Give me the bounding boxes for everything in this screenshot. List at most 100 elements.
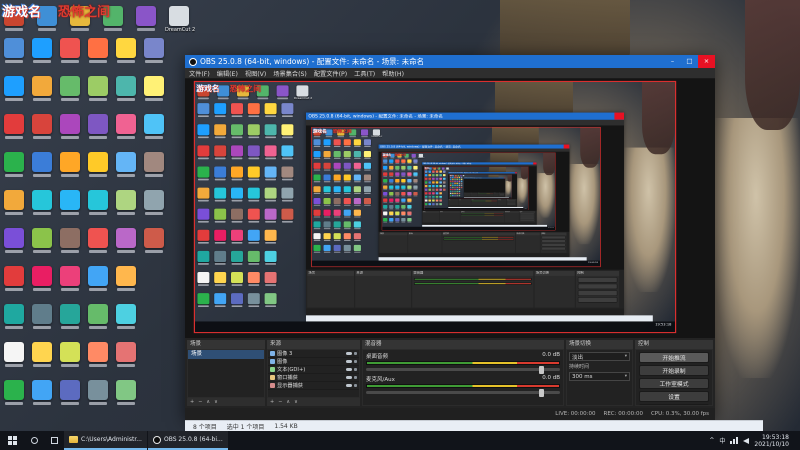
desktop-icon[interactable] xyxy=(116,342,136,362)
control-button[interactable]: 工作室模式 xyxy=(639,378,709,389)
desktop-icon[interactable] xyxy=(60,38,80,58)
volume-slider-knob[interactable] xyxy=(539,365,545,374)
source-down-button[interactable]: ∨ xyxy=(294,399,298,405)
desktop-icon[interactable] xyxy=(116,76,136,96)
desktop-icon[interactable] xyxy=(116,228,136,248)
visibility-eye-icon[interactable] xyxy=(345,367,352,372)
menu-item[interactable]: 帮助(H) xyxy=(382,69,404,78)
desktop-icon[interactable] xyxy=(88,152,108,172)
desktop-icon[interactable] xyxy=(32,76,52,96)
desktop-icon[interactable] xyxy=(32,266,52,286)
desktop-icon[interactable] xyxy=(88,190,108,210)
source-item[interactable]: 图像 xyxy=(268,358,359,366)
source-item[interactable]: 图像 3 xyxy=(268,350,359,358)
search-icon[interactable] xyxy=(24,431,44,450)
desktop-icon[interactable] xyxy=(144,190,164,210)
desktop-icon[interactable] xyxy=(144,152,164,172)
desktop-icon[interactable] xyxy=(4,152,24,172)
desktop-icon[interactable] xyxy=(32,342,52,362)
lock-icon[interactable] xyxy=(353,351,357,356)
desktop-icon[interactable] xyxy=(88,266,108,286)
add-scene-button[interactable]: + xyxy=(190,399,194,405)
volume-slider[interactable] xyxy=(366,365,560,374)
desktop-icon[interactable] xyxy=(4,304,24,324)
desktop-icon[interactable] xyxy=(4,38,24,58)
desktop-icon[interactable] xyxy=(32,152,52,172)
scene-down-button[interactable]: ∨ xyxy=(214,399,218,405)
add-source-button[interactable]: + xyxy=(270,399,274,405)
desktop-icon[interactable] xyxy=(144,76,164,96)
desktop-icon[interactable] xyxy=(116,152,136,172)
desktop-icon[interactable] xyxy=(60,228,80,248)
volume-slider-knob[interactable] xyxy=(539,388,545,397)
desktop-icon[interactable] xyxy=(32,228,52,248)
menu-item[interactable]: 视图(V) xyxy=(245,69,266,78)
desktop-icon[interactable] xyxy=(60,190,80,210)
desktop-icon[interactable] xyxy=(32,380,52,400)
desktop-icon[interactable] xyxy=(88,38,108,58)
obs-titlebar[interactable]: OBS 25.0.8 (64-bit, windows) - 配置文件: 未命名… xyxy=(185,55,715,68)
desktop-icon[interactable] xyxy=(116,190,136,210)
desktop-icon[interactable] xyxy=(116,304,136,324)
desktop-icon[interactable] xyxy=(32,304,52,324)
desktop-icon[interactable] xyxy=(116,380,136,400)
desktop-icon[interactable] xyxy=(4,76,24,96)
clock[interactable]: 19:53:18 2021/10/10 xyxy=(754,434,789,448)
remove-source-button[interactable]: − xyxy=(278,399,282,405)
desktop-icon[interactable] xyxy=(60,76,80,96)
desktop-icon[interactable] xyxy=(144,114,164,134)
desktop-icon[interactable] xyxy=(60,152,80,172)
control-button[interactable]: 设置 xyxy=(639,391,709,402)
visibility-eye-icon[interactable] xyxy=(345,375,352,380)
desktop-icon[interactable] xyxy=(116,38,136,58)
taskbar-obs-button[interactable]: OBS 25.0.8 (64-bi... xyxy=(147,431,228,450)
visibility-eye-icon[interactable] xyxy=(345,359,352,364)
scene-item[interactable]: 场景 xyxy=(188,350,264,359)
desktop-icon[interactable] xyxy=(144,38,164,58)
close-button[interactable]: × xyxy=(698,55,715,68)
desktop-icon[interactable] xyxy=(88,228,108,248)
menu-item[interactable]: 文件(F) xyxy=(189,69,210,78)
taskbar-explorer-button[interactable]: C:\Users\Administr... xyxy=(64,431,147,450)
maximize-button[interactable]: □ xyxy=(681,55,698,68)
task-view-icon[interactable] xyxy=(44,431,64,450)
desktop-icon[interactable] xyxy=(60,304,80,324)
visibility-eye-icon[interactable] xyxy=(345,383,352,388)
volume-slider[interactable] xyxy=(366,388,560,397)
remove-scene-button[interactable]: − xyxy=(198,399,202,405)
scene-up-button[interactable]: ∧ xyxy=(206,399,210,405)
transition-select[interactable]: 淡出 ▾ xyxy=(569,352,630,361)
desktop-icon[interactable] xyxy=(116,114,136,134)
menu-item[interactable]: 配置文件(P) xyxy=(314,69,347,78)
desktop-icon[interactable] xyxy=(60,266,80,286)
desktop-icon[interactable] xyxy=(60,342,80,362)
desktop-icon[interactable] xyxy=(4,342,24,362)
ime-indicator[interactable]: 中 xyxy=(719,436,725,445)
source-item[interactable]: 文本(GDI+) xyxy=(268,366,359,374)
source-item[interactable]: 窗口捕获 xyxy=(268,374,359,382)
desktop-icon[interactable] xyxy=(4,266,24,286)
lock-icon[interactable] xyxy=(353,383,357,388)
menu-item[interactable]: 编辑(E) xyxy=(217,69,238,78)
visibility-eye-icon[interactable] xyxy=(345,351,352,356)
desktop-icon[interactable] xyxy=(88,304,108,324)
transition-duration-spinner[interactable]: 300 ms ▾ xyxy=(569,372,630,381)
lock-icon[interactable] xyxy=(353,359,357,364)
desktop-icon[interactable] xyxy=(4,380,24,400)
start-button[interactable] xyxy=(0,431,24,450)
control-button[interactable]: 开始录制 xyxy=(639,365,709,376)
source-up-button[interactable]: ∧ xyxy=(286,399,290,405)
desktop-icon[interactable] xyxy=(88,76,108,96)
desktop-icon[interactable] xyxy=(144,228,164,248)
control-button[interactable]: 开始推流 xyxy=(639,352,709,363)
source-item[interactable]: 显示器捕获 xyxy=(268,382,359,390)
control-button[interactable]: 退出 xyxy=(639,404,709,405)
desktop-icon[interactable] xyxy=(4,228,24,248)
desktop-icon[interactable] xyxy=(60,380,80,400)
desktop-icon[interactable] xyxy=(60,114,80,134)
desktop-icon[interactable] xyxy=(4,190,24,210)
desktop-icon[interactable] xyxy=(88,114,108,134)
tray-chevron-icon[interactable]: ^ xyxy=(709,437,714,444)
lock-icon[interactable] xyxy=(353,367,357,372)
menu-item[interactable]: 工具(T) xyxy=(354,69,375,78)
